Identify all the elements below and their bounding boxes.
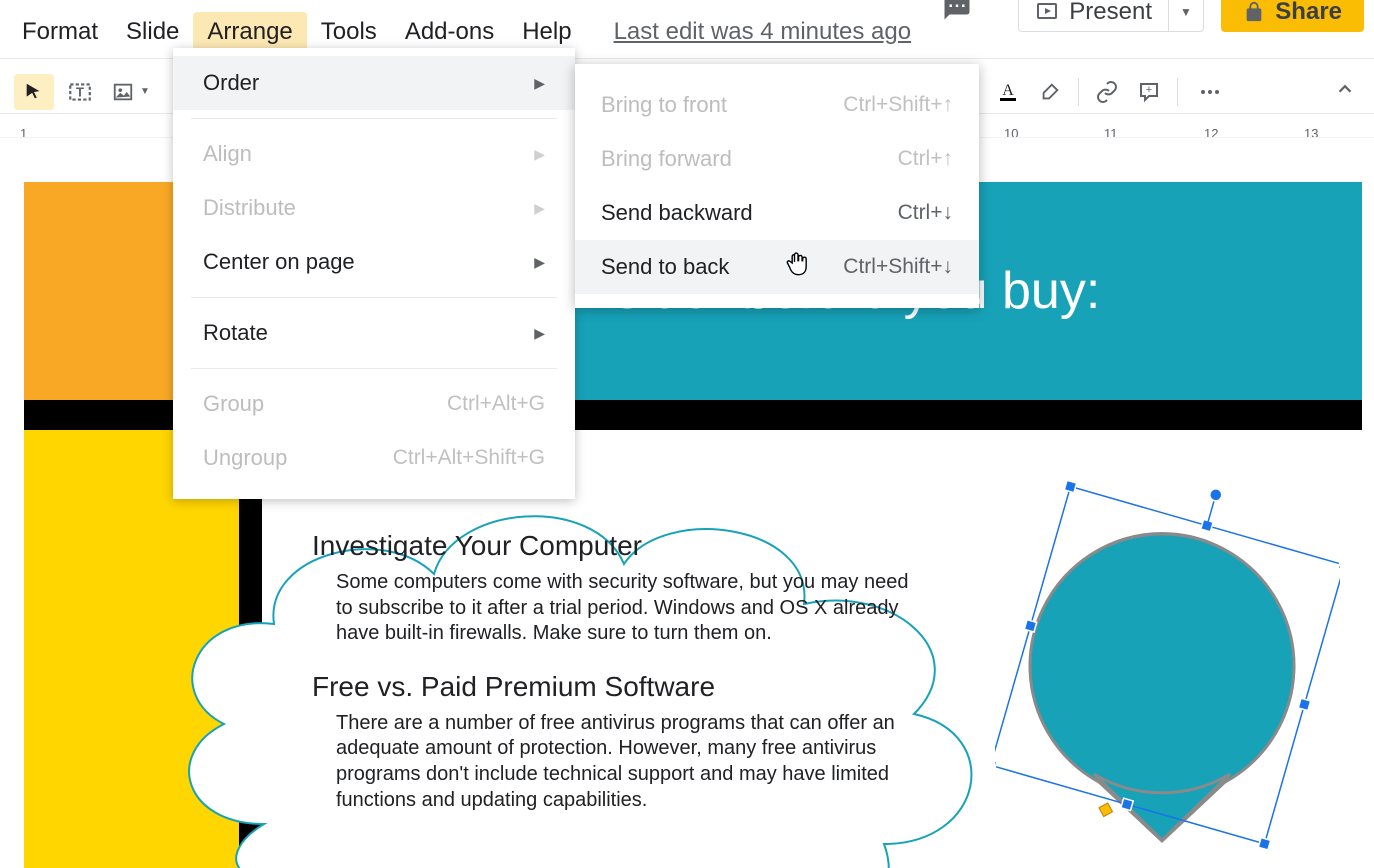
menu-distribute: Distribute ▶ [173,181,575,235]
text-color-tool[interactable]: A [988,74,1028,110]
section2-body: There are a number of free antivirus pro… [336,711,912,813]
ruler-tick: 1 [20,126,27,139]
chevron-right-icon: ▶ [534,200,545,217]
select-tool[interactable] [14,74,54,110]
menu-help[interactable]: Help [508,12,585,52]
last-edit-link[interactable]: Last edit was 4 minutes ago [614,18,912,46]
menu-align: Align ▶ [173,127,575,181]
share-label: Share [1275,0,1342,26]
order-submenu: Bring to front Ctrl+Shift+↑ Bring forwar… [575,64,979,308]
section2-title: Free vs. Paid Premium Software [312,671,912,703]
section1-body: Some computers come with security softwa… [336,570,912,647]
menu-bring-to-front: Bring to front Ctrl+Shift+↑ [575,78,979,132]
present-label: Present [1069,0,1152,26]
menu-ungroup: Ungroup Ctrl+Alt+Shift+G [173,431,575,485]
ruler-tick: 10 [1004,126,1018,139]
present-button[interactable]: Present [1019,0,1169,31]
chevron-right-icon: ▶ [534,325,545,342]
ruler-tick: 13 [1304,126,1318,139]
comments-button[interactable] [940,0,974,27]
content-text: Investigate Your Computer Some computers… [312,530,912,837]
menubar: Format Slide Arrange Tools Add-ons Help … [0,12,919,52]
chevron-right-icon: ▶ [534,75,545,92]
chevron-right-icon: ▶ [534,254,545,271]
toolbar-sep [1078,78,1079,106]
selection-box[interactable] [995,480,1340,850]
highlight-tool[interactable] [1030,74,1070,110]
menu-order[interactable]: Order ▶ [173,56,575,110]
menu-send-to-back[interactable]: Send to back Ctrl+Shift+↓ [575,240,979,294]
link-tool[interactable] [1087,74,1127,110]
present-dropdown[interactable]: ▼ [1169,0,1203,31]
menu-bring-forward: Bring forward Ctrl+↑ [575,132,979,186]
collapse-toolbar[interactable] [1334,78,1356,105]
toolbar-sep-2 [1177,78,1178,106]
menu-sep [191,297,557,298]
svg-text:A: A [1002,82,1014,99]
menu-tools[interactable]: Tools [307,12,391,52]
menu-arrange[interactable]: Arrange [193,12,306,52]
menu-addons[interactable]: Add-ons [391,12,508,52]
comment-tool[interactable]: + [1129,74,1169,110]
ruler-tick: 11 [1104,126,1118,139]
menu-rotate[interactable]: Rotate ▶ [173,306,575,360]
more-tools[interactable] [1190,74,1230,110]
present-button-group[interactable]: Present ▼ [1018,0,1204,32]
menu-send-backward[interactable]: Send backward Ctrl+↓ [575,186,979,240]
chevron-right-icon: ▶ [534,146,545,163]
menu-center-on-page[interactable]: Center on page ▶ [173,235,575,289]
svg-text:+: + [1146,84,1152,96]
menu-sep [191,368,557,369]
section1-title: Investigate Your Computer [312,530,912,562]
menu-format[interactable]: Format [8,12,112,52]
menu-slide[interactable]: Slide [112,12,193,52]
textbox-tool[interactable]: T [60,74,100,110]
image-tool[interactable]: ▼ [106,74,156,110]
menu-sep [191,118,557,119]
svg-text:T: T [76,84,84,99]
menu-group: Group Ctrl+Alt+G [173,377,575,431]
share-button[interactable]: Share [1221,0,1364,32]
arrange-dropdown: Order ▶ Align ▶ Distribute ▶ Center on p… [173,48,575,499]
ruler-tick: 12 [1204,126,1218,139]
